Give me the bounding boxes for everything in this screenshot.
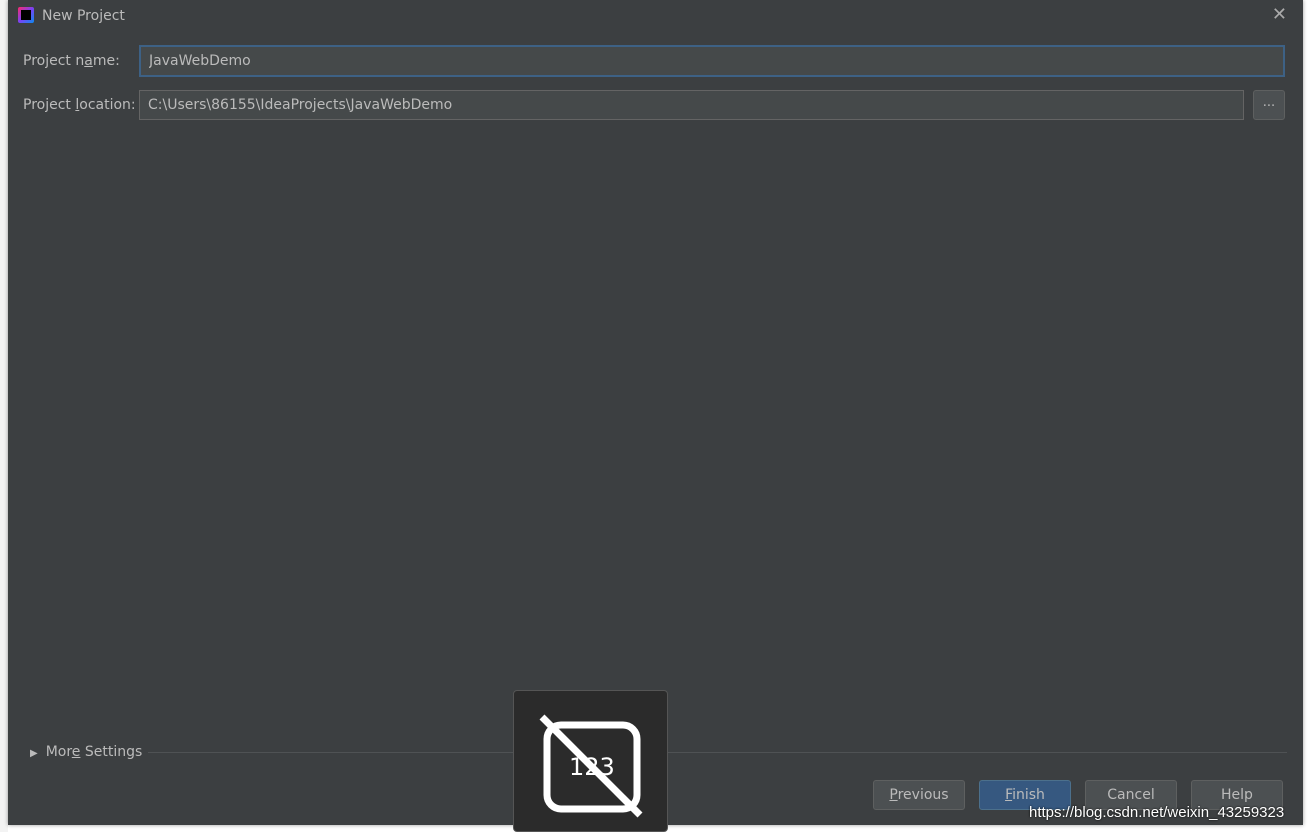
project-name-label: Project name: [23,53,120,69]
input-mode-overlay: 123 [513,690,668,832]
project-location-input[interactable] [139,90,1244,120]
expand-triangle-icon: ▶ [30,748,38,759]
divider [148,752,1287,753]
title-bar: New Project ✕ [8,0,1303,32]
close-icon[interactable]: ✕ [1272,4,1287,25]
overlay-text: 123 [569,753,615,781]
intellij-idea-icon [18,7,34,23]
more-settings-toggle[interactable]: ▶ More Settings [30,744,142,760]
watermark: https://blog.csdn.net/weixin_43259323 [1029,804,1285,821]
project-name-input[interactable] [139,45,1285,77]
project-location-label: Project location: [23,97,136,113]
browse-button[interactable]: ... [1253,90,1285,120]
background-window [0,0,8,832]
previous-button[interactable]: Previous [873,780,965,810]
dialog-title: New Project [42,8,125,24]
